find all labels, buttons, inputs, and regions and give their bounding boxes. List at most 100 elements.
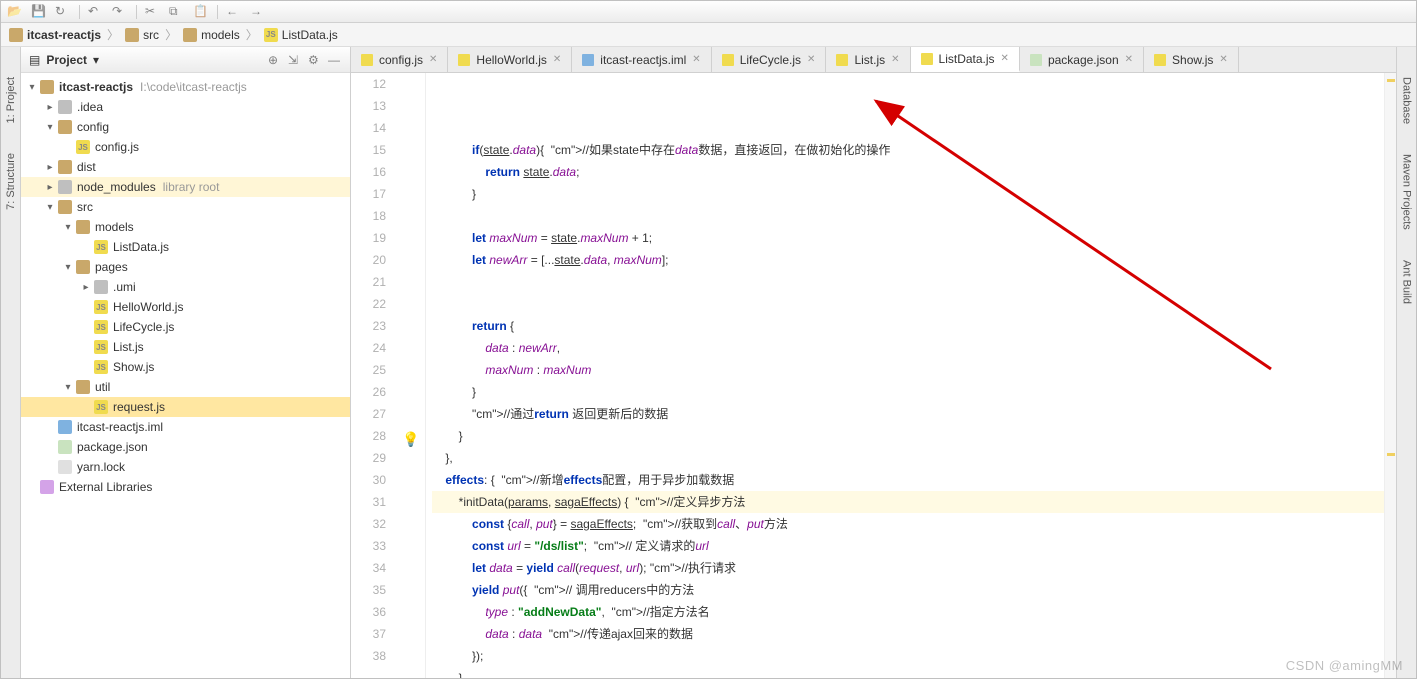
tree-root[interactable]: ▾ itcast-reactjs I:\code\itcast-reactjs bbox=[21, 77, 350, 97]
code-line[interactable]: }, bbox=[432, 447, 1384, 469]
error-stripe[interactable] bbox=[1384, 73, 1396, 678]
tree-row[interactable]: ▸ config.js bbox=[21, 137, 350, 157]
tree-row[interactable]: ▸ .umi bbox=[21, 277, 350, 297]
tree-arrow-icon[interactable]: ▸ bbox=[81, 282, 91, 293]
breadcrumb-folder[interactable]: src bbox=[123, 28, 161, 42]
tree-row[interactable]: ▸ dist bbox=[21, 157, 350, 177]
close-tab-icon[interactable]: ✕ bbox=[1219, 54, 1227, 65]
tree-arrow-icon[interactable]: ▾ bbox=[63, 222, 73, 233]
code-line[interactable]: } bbox=[432, 381, 1384, 403]
code-line[interactable]: const url = "/ds/list"; "cm">// 定义请求的url bbox=[432, 535, 1384, 557]
close-tab-icon[interactable]: ✕ bbox=[1001, 53, 1009, 64]
project-tool-tab[interactable]: 1: Project bbox=[5, 77, 17, 123]
dropdown-icon[interactable]: ▾ bbox=[93, 53, 99, 67]
tree-row[interactable]: ▸ request.js bbox=[21, 397, 350, 417]
collapse-arrow-icon[interactable]: ▾ bbox=[27, 82, 37, 93]
maven-tool-tab[interactable]: Maven Projects bbox=[1401, 154, 1413, 230]
tree-row[interactable]: ▾ pages bbox=[21, 257, 350, 277]
code-line[interactable]: let maxNum = state.maxNum + 1; bbox=[432, 227, 1384, 249]
tree-row[interactable]: ▸ HelloWorld.js bbox=[21, 297, 350, 317]
tree-arrow-icon[interactable]: ▸ bbox=[45, 162, 55, 173]
close-tab-icon[interactable]: ✕ bbox=[1125, 54, 1133, 65]
code-line[interactable]: } bbox=[432, 183, 1384, 205]
structure-tool-tab[interactable]: 7: Structure bbox=[5, 153, 17, 210]
tree-row[interactable]: ▸ List.js bbox=[21, 337, 350, 357]
undo-icon[interactable]: ↶ bbox=[88, 4, 104, 20]
tree-row[interactable]: ▸ package.json bbox=[21, 437, 350, 457]
code-line[interactable]: return { bbox=[432, 315, 1384, 337]
save-icon[interactable]: 💾 bbox=[31, 4, 47, 20]
tree-row[interactable]: ▾ src bbox=[21, 197, 350, 217]
code-line[interactable]: }); bbox=[432, 645, 1384, 667]
paste-icon[interactable]: 📋 bbox=[193, 4, 209, 20]
cut-icon[interactable]: ✂ bbox=[145, 4, 161, 20]
code-line[interactable] bbox=[432, 205, 1384, 227]
tree-row[interactable]: ▸ node_modules library root bbox=[21, 177, 350, 197]
tree-row[interactable]: ▸ .idea bbox=[21, 97, 350, 117]
code-area[interactable]: if(state.data){ "cm">//如果state中存在data数据，… bbox=[426, 73, 1384, 678]
external-libraries[interactable]: ▸External Libraries bbox=[21, 477, 350, 497]
tree-row[interactable]: ▸ LifeCycle.js bbox=[21, 317, 350, 337]
project-tree[interactable]: ▾ itcast-reactjs I:\code\itcast-reactjs▸… bbox=[21, 73, 350, 678]
tree-row[interactable]: ▾ config bbox=[21, 117, 350, 137]
code-line[interactable]: if(state.data){ "cm">//如果state中存在data数据，… bbox=[432, 139, 1384, 161]
code-line[interactable]: effects: { "cm">//新增effects配置，用于异步加载数据 bbox=[432, 469, 1384, 491]
code-line[interactable]: "cm">//通过return 返回更新后的数据 bbox=[432, 403, 1384, 425]
code-line[interactable]: return state.data; bbox=[432, 161, 1384, 183]
breadcrumb-file[interactable]: ListData.js bbox=[262, 28, 340, 42]
collapse-icon[interactable]: ⇲ bbox=[288, 53, 302, 67]
code-line[interactable]: data : newArr, bbox=[432, 337, 1384, 359]
tab-show-js[interactable]: Show.js ✕ bbox=[1144, 47, 1239, 72]
back-icon[interactable]: ← bbox=[226, 4, 242, 20]
code-line[interactable]: } bbox=[432, 667, 1384, 678]
target-icon[interactable]: ⊕ bbox=[268, 53, 282, 67]
code-line[interactable] bbox=[432, 293, 1384, 315]
tree-row[interactable]: ▾ util bbox=[21, 377, 350, 397]
copy-icon[interactable]: ⧉ bbox=[169, 4, 185, 20]
redo-icon[interactable]: ↷ bbox=[112, 4, 128, 20]
tab-listdata-js[interactable]: ListData.js ✕ bbox=[911, 47, 1020, 72]
refresh-icon[interactable]: ↻ bbox=[55, 4, 71, 20]
gear-icon[interactable]: ⚙ bbox=[308, 53, 322, 67]
hide-icon[interactable]: — bbox=[328, 53, 342, 67]
close-tab-icon[interactable]: ✕ bbox=[429, 54, 437, 65]
breadcrumb-project[interactable]: itcast-reactjs bbox=[7, 28, 103, 42]
database-tool-tab[interactable]: Database bbox=[1401, 77, 1413, 124]
tab-itcast-reactjs-iml[interactable]: itcast-reactjs.iml ✕ bbox=[572, 47, 711, 72]
code-line[interactable]: const {call, put} = sagaEffects; "cm">//… bbox=[432, 513, 1384, 535]
tree-arrow-icon[interactable]: ▾ bbox=[63, 262, 73, 273]
code-line[interactable] bbox=[432, 271, 1384, 293]
tree-arrow-icon[interactable]: ▾ bbox=[45, 122, 55, 133]
code-editor[interactable]: 1213141516171819202122232425262728293031… bbox=[351, 73, 1396, 678]
breadcrumb-folder[interactable]: models bbox=[181, 28, 242, 42]
close-tab-icon[interactable]: ✕ bbox=[807, 54, 815, 65]
intention-bulb-icon[interactable]: 💡 bbox=[402, 428, 419, 450]
close-tab-icon[interactable]: ✕ bbox=[553, 54, 561, 65]
tab-config-js[interactable]: config.js ✕ bbox=[351, 47, 448, 72]
code-line[interactable]: data : data "cm">//传递ajax回来的数据 bbox=[432, 623, 1384, 645]
code-line[interactable]: maxNum : maxNum bbox=[432, 359, 1384, 381]
code-line[interactable]: let data = yield call(request, url); "cm… bbox=[432, 557, 1384, 579]
open-icon[interactable]: 📂 bbox=[7, 4, 23, 20]
tree-arrow-icon[interactable]: ▾ bbox=[45, 202, 55, 213]
tree-arrow-icon[interactable]: ▸ bbox=[45, 102, 55, 113]
tree-arrow-icon[interactable]: ▾ bbox=[63, 382, 73, 393]
code-line[interactable]: let newArr = [...state.data, maxNum]; bbox=[432, 249, 1384, 271]
tree-row[interactable]: ▸ ListData.js bbox=[21, 237, 350, 257]
code-line[interactable]: yield put({ "cm">// 调用reducers中的方法 bbox=[432, 579, 1384, 601]
tree-row[interactable]: ▸ Show.js bbox=[21, 357, 350, 377]
tab-list-js[interactable]: List.js ✕ bbox=[826, 47, 910, 72]
tab-lifecycle-js[interactable]: LifeCycle.js ✕ bbox=[712, 47, 827, 72]
code-line[interactable]: } bbox=[432, 425, 1384, 447]
close-tab-icon[interactable]: ✕ bbox=[891, 54, 899, 65]
forward-icon[interactable]: → bbox=[250, 4, 266, 20]
close-tab-icon[interactable]: ✕ bbox=[692, 54, 700, 65]
code-line[interactable]: type : "addNewData", "cm">//指定方法名 bbox=[432, 601, 1384, 623]
code-line[interactable]: *initData(params, sagaEffects) { "cm">//… bbox=[432, 491, 1384, 513]
tab-helloworld-js[interactable]: HelloWorld.js ✕ bbox=[448, 47, 572, 72]
tree-arrow-icon[interactable]: ▸ bbox=[45, 182, 55, 193]
tree-row[interactable]: ▸ itcast-reactjs.iml bbox=[21, 417, 350, 437]
tree-row[interactable]: ▾ models bbox=[21, 217, 350, 237]
tab-package-json[interactable]: package.json ✕ bbox=[1020, 47, 1144, 72]
ant-tool-tab[interactable]: Ant Build bbox=[1401, 260, 1413, 304]
